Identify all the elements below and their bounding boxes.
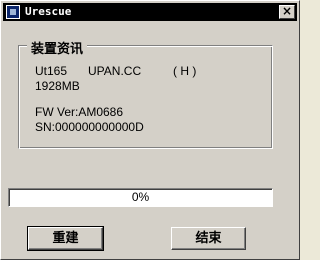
urescue-window: Urescue × 装置资讯 Ut165 UPAN.CC ( H ) 1928M…: [0, 0, 300, 260]
rebuild-button[interactable]: 重建: [27, 226, 104, 251]
title-bar[interactable]: Urescue ×: [3, 3, 297, 21]
close-button[interactable]: ×: [279, 5, 295, 19]
drive-letter: ( H ): [173, 64, 197, 78]
firmware-version: FW Ver:AM0686: [35, 105, 124, 119]
finish-button[interactable]: 结束: [171, 227, 246, 250]
device-capacity: 1928MB: [35, 79, 80, 93]
app-icon: [6, 5, 20, 19]
device-model: Ut165: [35, 64, 68, 78]
device-info-title: 装置资讯: [27, 38, 88, 57]
progress-bar: 0%: [8, 188, 273, 207]
window-title: Urescue: [25, 5, 72, 18]
progress-label: 0%: [131, 190, 150, 204]
device-vendor: UPAN.CC: [88, 64, 142, 78]
serial-number: SN:000000000000D: [35, 120, 144, 134]
